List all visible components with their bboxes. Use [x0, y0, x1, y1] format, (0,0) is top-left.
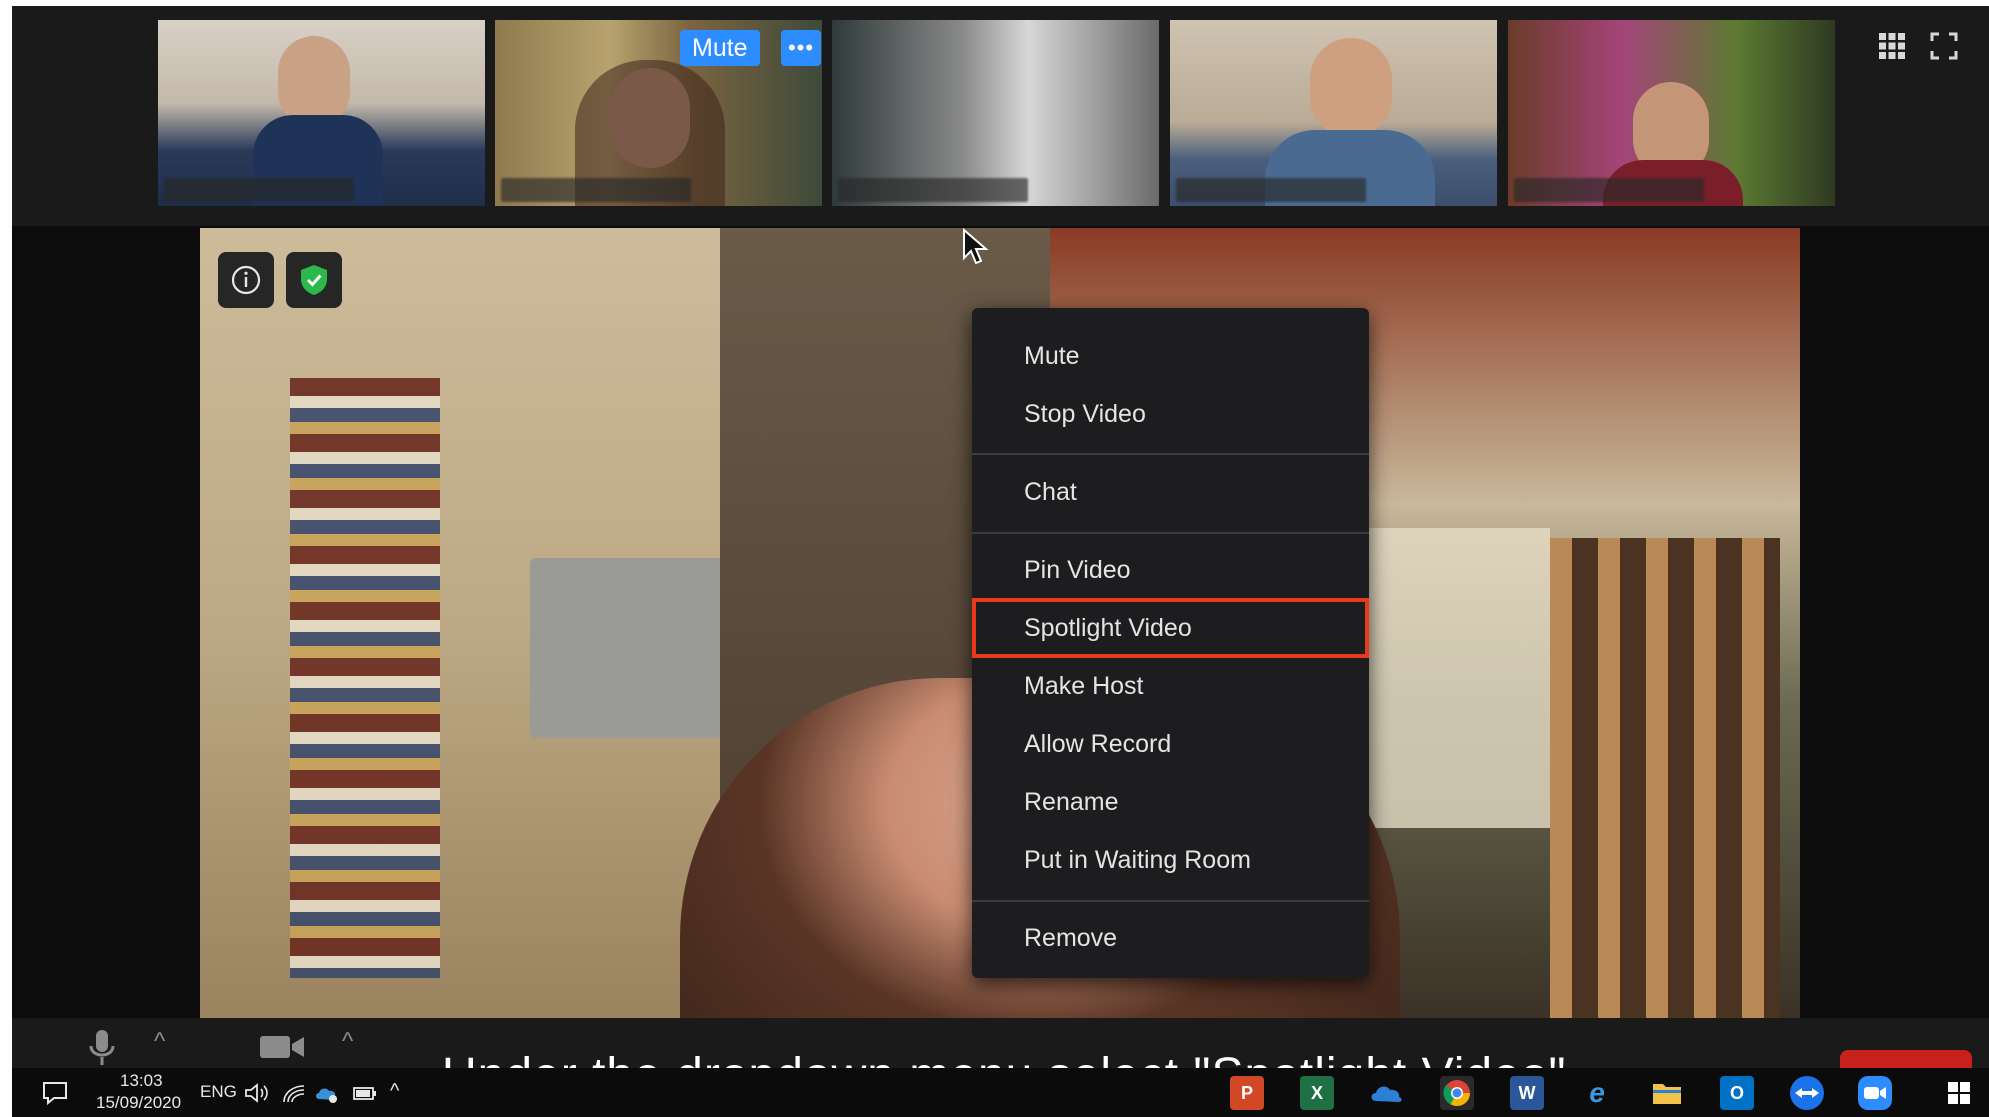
menu-item-pin-video[interactable]: Pin Video	[972, 544, 1369, 596]
menu-item-allow-record[interactable]: Allow Record	[972, 718, 1369, 770]
edge-icon[interactable]: e	[1580, 1076, 1614, 1110]
caption-overlay: Under the dropdown menu select "Spotligh…	[432, 1038, 1582, 1068]
participant-tile-1[interactable]	[158, 20, 485, 206]
mouse-cursor-icon	[963, 228, 989, 265]
fullscreen-icon[interactable]	[1926, 28, 1962, 64]
participant-name-bar-4	[1176, 178, 1366, 202]
wifi-icon[interactable]	[282, 1082, 306, 1104]
menu-item-stop-video[interactable]: Stop Video	[972, 388, 1369, 440]
action-center-icon[interactable]	[42, 1080, 68, 1106]
security-shield-button[interactable]	[286, 252, 342, 308]
menu-item-put-in-waiting-room[interactable]: Put in Waiting Room	[972, 834, 1369, 886]
participant-name-bar-3	[838, 178, 1028, 202]
caption-text: Under the dropdown menu select "Spotligh…	[442, 1048, 1567, 1068]
menu-item-rename[interactable]: Rename	[972, 776, 1369, 828]
volume-icon[interactable]	[244, 1082, 270, 1104]
gallery-strip: Mute •••	[12, 6, 1989, 226]
menu-item-make-host[interactable]: Make Host	[972, 660, 1369, 712]
microphone-icon[interactable]	[86, 1028, 118, 1068]
onedrive-sync-icon[interactable]	[314, 1082, 340, 1104]
storage-box	[530, 558, 730, 738]
menu-item-spotlight-video[interactable]: Spotlight Video	[972, 598, 1369, 658]
meeting-info-button[interactable]	[218, 252, 274, 308]
participant-name-bar-5	[1514, 178, 1704, 202]
tile-mute-button[interactable]: Mute	[680, 30, 760, 66]
participant-tile-4[interactable]	[1170, 20, 1497, 206]
zoom-window: Mute ••• Mute Stop Video Chat Pin Video …	[12, 6, 1989, 1068]
menu-item-chat[interactable]: Chat	[972, 466, 1369, 518]
file-explorer-icon[interactable]	[1650, 1076, 1684, 1110]
excel-icon[interactable]: X	[1300, 1076, 1334, 1110]
show-hidden-icons-chevron-icon[interactable]: ^	[390, 1080, 399, 1103]
zoom-icon[interactable]	[1858, 1076, 1892, 1110]
participant-tile-2-active[interactable]: Mute •••	[495, 20, 822, 206]
video-camera-icon[interactable]	[258, 1032, 306, 1062]
outlook-icon[interactable]: O	[1720, 1076, 1754, 1110]
windows-taskbar: 13:03 15/09/2020 ENG ^ P X W e O	[12, 1068, 1989, 1117]
menu-item-mute[interactable]: Mute	[972, 330, 1369, 382]
windows-icon[interactable]	[1942, 1076, 1976, 1110]
menu-divider	[972, 900, 1369, 902]
participant-context-menu: Mute Stop Video Chat Pin Video Spotlight…	[972, 308, 1369, 978]
participant-name-bar-1	[164, 178, 354, 202]
teamviewer-icon[interactable]	[1790, 1076, 1824, 1110]
tile-more-options-button[interactable]: •••	[781, 30, 821, 66]
word-icon[interactable]: W	[1510, 1076, 1544, 1110]
menu-divider	[972, 532, 1369, 534]
onedrive-icon[interactable]	[1370, 1076, 1404, 1110]
participant-tile-5[interactable]	[1508, 20, 1835, 206]
end-meeting-button[interactable]	[1840, 1050, 1972, 1068]
language-indicator[interactable]: ENG	[200, 1082, 237, 1102]
screenshot: Mute ••• Mute Stop Video Chat Pin Video …	[0, 0, 1989, 1117]
chrome-icon[interactable]	[1440, 1076, 1474, 1110]
participant-name-bar-2	[501, 178, 691, 202]
clock-date[interactable]: 15/09/2020	[96, 1093, 181, 1113]
shield-icon	[301, 265, 327, 295]
participant-face-4	[1310, 38, 1392, 138]
video-options-chevron-icon[interactable]: ^	[342, 1028, 353, 1056]
bookshelf	[290, 378, 440, 978]
info-icon	[231, 265, 261, 295]
gallery-view-icon[interactable]	[1874, 28, 1910, 64]
menu-item-remove[interactable]: Remove	[972, 912, 1369, 964]
menu-divider	[972, 453, 1369, 455]
powerpoint-icon[interactable]: P	[1230, 1076, 1264, 1110]
clock-time[interactable]: 13:03	[120, 1071, 163, 1091]
wooden-chair	[1550, 538, 1780, 1018]
main-speaker-video: Mute Stop Video Chat Pin Video Spotlight…	[200, 228, 1800, 1018]
battery-icon[interactable]	[352, 1082, 378, 1104]
participant-tile-3[interactable]	[832, 20, 1159, 206]
audio-options-chevron-icon[interactable]: ^	[154, 1028, 165, 1056]
